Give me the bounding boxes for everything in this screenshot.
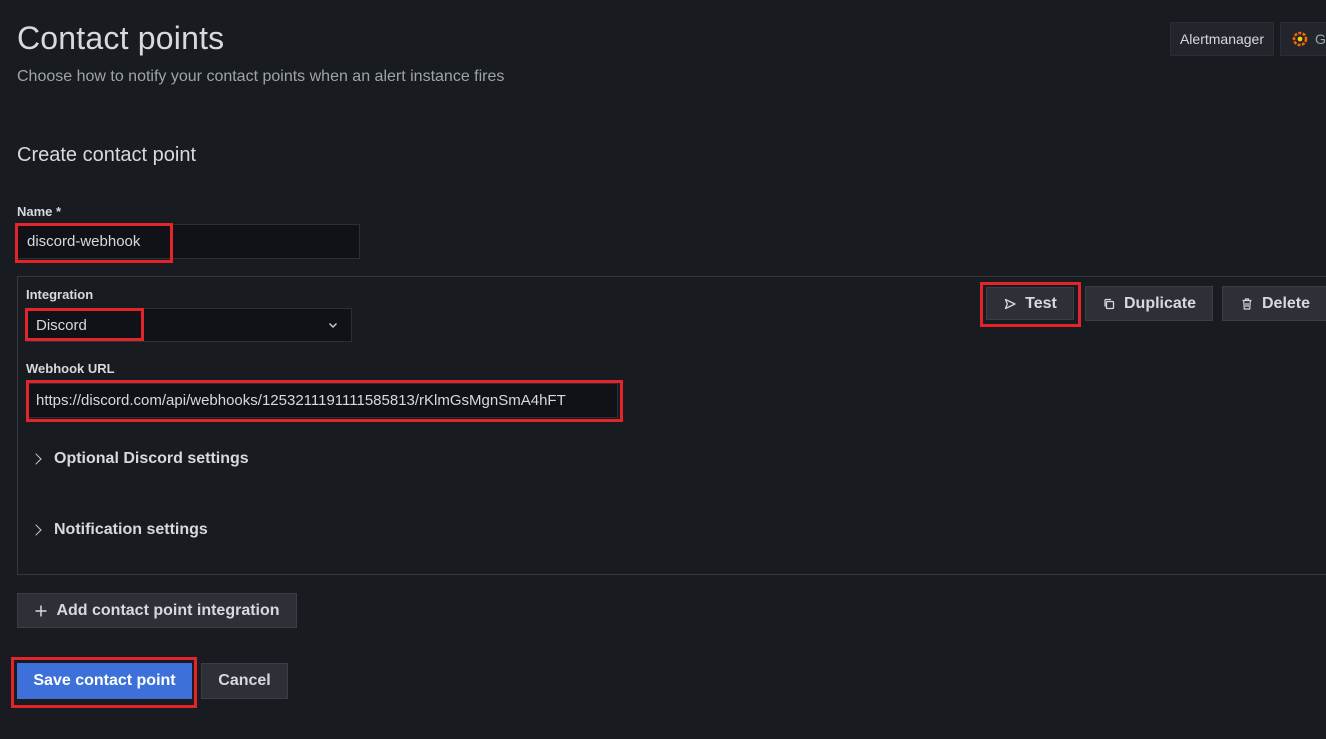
grafana-label: G [1315,31,1326,47]
test-button[interactable]: Test [986,287,1074,320]
add-integration-label: Add contact point integration [56,601,280,619]
notification-settings-label: Notification settings [54,521,208,538]
duplicate-label: Duplicate [1123,294,1196,312]
chevron-right-icon [30,524,42,536]
test-label: Test [1025,294,1057,312]
webhook-url-input[interactable]: https://discord.com/api/webhooks/1253211… [26,383,618,418]
delete-label: Delete [1261,294,1311,312]
section-title: Create contact point [17,144,196,166]
page-title: Contact points [17,20,225,56]
add-integration-button[interactable]: Add contact point integration [17,593,297,628]
integration-label: Integration [26,287,94,302]
optional-discord-settings-label: Optional Discord settings [54,450,249,467]
notification-settings-toggle[interactable]: Notification settings [30,521,208,539]
webhook-url-label: Webhook URL [26,361,115,376]
duplicate-button[interactable]: Duplicate [1085,286,1213,321]
page-subtitle: Choose how to notify your contact points… [17,68,505,85]
optional-discord-settings-toggle[interactable]: Optional Discord settings [30,450,249,468]
chevron-right-icon [30,453,42,465]
cancel-label: Cancel [218,672,271,689]
save-label: Save contact point [33,672,176,689]
plus-icon [34,604,48,618]
grafana-logo-icon [1291,30,1309,48]
alertmanager-picker[interactable]: Alertmanager [1170,22,1274,56]
name-value: discord-webhook [27,233,141,250]
grafana-alertmanager-button[interactable]: G [1280,22,1326,56]
save-contact-point-button[interactable]: Save contact point [17,663,192,699]
name-label: Name * [17,204,62,219]
send-icon [1003,297,1017,311]
chevron-down-icon [327,319,339,331]
name-input[interactable]: discord-webhook [17,224,360,259]
delete-button[interactable]: Delete [1222,286,1326,321]
integration-select[interactable]: Discord [26,308,352,342]
alertmanager-label: Alertmanager [1179,31,1265,47]
integration-value: Discord [36,316,87,334]
webhook-url-value: https://discord.com/api/webhooks/1253211… [36,392,566,409]
copy-icon [1102,297,1116,311]
trash-icon [1240,297,1254,311]
cancel-button[interactable]: Cancel [201,663,288,699]
